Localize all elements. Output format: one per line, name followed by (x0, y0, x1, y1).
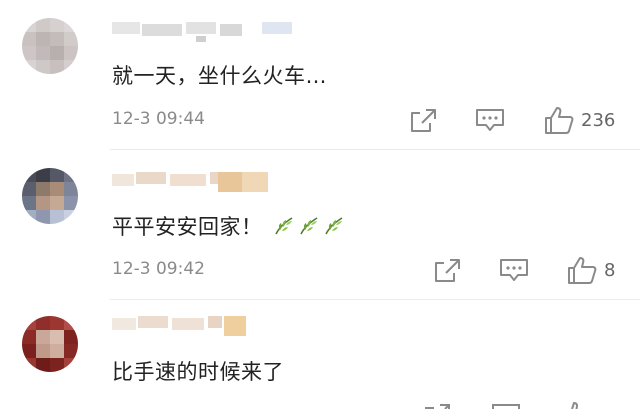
comment-text-content: 平平安安回家！ (112, 215, 263, 239)
leaf-emoji-icon (324, 217, 343, 235)
comment-text: 平平安安回家！ (112, 211, 345, 241)
forward-button[interactable] (422, 401, 452, 409)
comment-item: 平平安安回家！ 12-3 09:42 8 (0, 150, 640, 300)
like-button[interactable]: 8 (566, 255, 615, 285)
thumbs-up-icon (545, 107, 574, 134)
username-blurred[interactable] (112, 316, 272, 340)
forward-button[interactable] (408, 106, 438, 134)
like-button[interactable]: 236 (543, 105, 615, 135)
avatar[interactable] (22, 18, 78, 74)
comment-time: 12-3 09:44 (112, 109, 205, 129)
comment-time: 12-3 09:42 (112, 259, 205, 279)
forward-button[interactable] (432, 256, 462, 284)
comment-icon (476, 109, 504, 131)
forward-icon (425, 404, 450, 409)
avatar[interactable] (22, 316, 78, 372)
forward-icon (411, 109, 436, 132)
comment-text: 比手速的时候来了 (112, 360, 284, 384)
leaf-emoji-icon (299, 217, 318, 235)
username-blurred[interactable] (112, 172, 272, 196)
comment-button[interactable] (474, 107, 506, 133)
thumbs-up-icon (568, 257, 597, 284)
like-button[interactable] (560, 400, 592, 409)
like-count: 236 (581, 109, 616, 131)
comment-item: 比手速的时候来了 (0, 300, 640, 409)
avatar[interactable] (22, 168, 78, 224)
username-blurred[interactable] (112, 22, 292, 46)
thumbs-up-icon (571, 401, 579, 409)
like-count: 8 (604, 259, 616, 281)
comment-button[interactable] (490, 402, 522, 409)
comment-text: 就一天，坐什么火车… (112, 64, 327, 88)
leaf-emoji-group (270, 215, 345, 239)
leaf-emoji-icon (274, 217, 293, 235)
forward-icon (435, 259, 460, 282)
comment-item: 就一天，坐什么火车… 12-3 09:44 236 (0, 0, 640, 150)
comment-icon (500, 259, 528, 281)
comment-icon (492, 404, 520, 409)
comment-button[interactable] (498, 257, 530, 283)
